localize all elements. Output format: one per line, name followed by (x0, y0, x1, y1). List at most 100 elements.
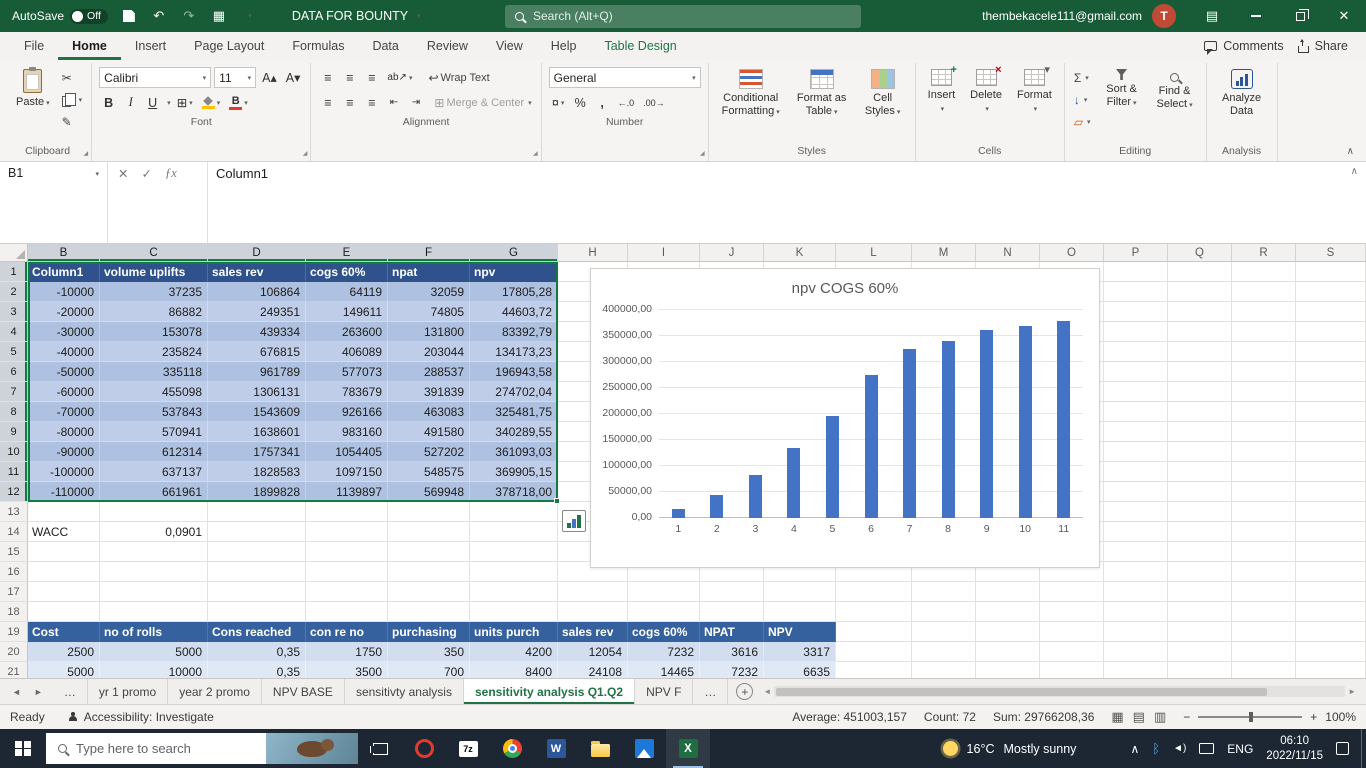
row-header[interactable]: 20 (0, 642, 28, 662)
cell[interactable]: 1054405 (306, 442, 388, 462)
row-header[interactable]: 12 (0, 482, 28, 502)
column-header[interactable]: N (976, 244, 1040, 262)
row-header[interactable]: 21 (0, 662, 28, 678)
cell[interactable]: 3500 (306, 662, 388, 678)
cell[interactable]: 86882 (100, 302, 208, 322)
cell[interactable] (1104, 362, 1168, 382)
cell[interactable]: 74805 (388, 302, 470, 322)
sheet-nav-right-icon[interactable]: ► (34, 687, 43, 697)
cell[interactable] (1104, 322, 1168, 342)
cell[interactable] (1232, 502, 1296, 522)
cell[interactable] (470, 542, 558, 562)
account-email[interactable]: thembekacele111@gmail.com (982, 9, 1142, 23)
cell[interactable] (1104, 662, 1168, 678)
row-header[interactable]: 17 (0, 582, 28, 602)
cell[interactable] (1296, 322, 1366, 342)
cell[interactable] (1232, 442, 1296, 462)
cell[interactable]: -60000 (28, 382, 100, 402)
cell[interactable]: -30000 (28, 322, 100, 342)
cell[interactable] (1296, 582, 1366, 602)
cell[interactable]: 491580 (388, 422, 470, 442)
zoom-out-icon[interactable]: − (1183, 710, 1190, 724)
cell[interactable] (1232, 642, 1296, 662)
chart-bar[interactable] (865, 375, 878, 518)
cell[interactable] (100, 562, 208, 582)
cell[interactable]: 131800 (388, 322, 470, 342)
cell[interactable] (470, 502, 558, 522)
cell[interactable]: 7232 (700, 662, 764, 678)
cell[interactable]: 527202 (388, 442, 470, 462)
sheet-tab[interactable]: sensitivity analysis Q1.Q2 (464, 679, 635, 704)
paste-button[interactable]: Paste▾ (11, 65, 55, 109)
cell[interactable] (1296, 562, 1366, 582)
cell[interactable] (976, 642, 1040, 662)
insert-cells-button[interactable]: + Insert▾ (923, 65, 961, 114)
show-desktop-button[interactable] (1361, 729, 1366, 768)
chart-bar[interactable] (1019, 326, 1032, 518)
chart-bar[interactable] (749, 475, 762, 518)
cell[interactable] (1040, 662, 1104, 678)
row-header[interactable]: 18 (0, 602, 28, 622)
tab-data[interactable]: Data (358, 32, 412, 60)
zoom-slider-thumb[interactable] (1249, 712, 1253, 722)
row-header[interactable]: 4 (0, 322, 28, 342)
cell[interactable]: -70000 (28, 402, 100, 422)
cell[interactable]: 1543609 (208, 402, 306, 422)
cell[interactable]: 325481,75 (470, 402, 558, 422)
cell[interactable] (1104, 342, 1168, 362)
orientation-button[interactable]: ab↗▾ (384, 67, 415, 88)
zoom-in-icon[interactable]: + (1310, 710, 1317, 724)
cell[interactable]: 64119 (306, 282, 388, 302)
cell[interactable]: 263600 (306, 322, 388, 342)
cell[interactable] (28, 582, 100, 602)
formula-input[interactable]: Column1 (208, 162, 1366, 243)
chart-bar[interactable] (710, 495, 723, 518)
cell[interactable]: 1757341 (208, 442, 306, 462)
increase-indent-button[interactable]: ⇥ (406, 92, 425, 113)
cell[interactable] (912, 622, 976, 642)
cell[interactable] (28, 562, 100, 582)
cell[interactable] (1296, 382, 1366, 402)
cell[interactable] (208, 562, 306, 582)
font-color-button[interactable]: B▾ (226, 92, 251, 113)
zoom-slider[interactable] (1198, 716, 1302, 718)
taskbar-icon-7zip[interactable]: 7z (446, 729, 490, 768)
minimize-button[interactable] (1234, 0, 1278, 32)
row-header[interactable]: 2 (0, 282, 28, 302)
cell[interactable] (1232, 522, 1296, 542)
cell[interactable] (1232, 402, 1296, 422)
column-header[interactable]: E (306, 244, 388, 262)
cell[interactable]: 612314 (100, 442, 208, 462)
cell[interactable] (912, 582, 976, 602)
quick-analysis-button[interactable] (562, 510, 586, 532)
cell[interactable] (1296, 342, 1366, 362)
table-header-cell[interactable]: Cost (28, 622, 100, 642)
cell[interactable]: 335118 (100, 362, 208, 382)
cell[interactable] (1040, 642, 1104, 662)
column-header[interactable]: P (1104, 244, 1168, 262)
save-button[interactable] (120, 4, 138, 28)
cell[interactable] (836, 582, 912, 602)
row-header[interactable]: 10 (0, 442, 28, 462)
cell[interactable] (100, 602, 208, 622)
cell[interactable] (836, 622, 912, 642)
cell[interactable] (1104, 402, 1168, 422)
table-header-cell[interactable]: volume uplifts (100, 262, 208, 282)
cell[interactable] (388, 562, 470, 582)
page-layout-view-icon[interactable]: ▤ (1133, 709, 1145, 725)
format-painter-button[interactable]: ✎ (60, 112, 85, 132)
table-header-cell[interactable]: purchasing (388, 622, 470, 642)
scroll-left-icon[interactable]: ◄ (763, 687, 771, 696)
cell[interactable] (470, 602, 558, 622)
chart[interactable]: npv COGS 60% 400000,00350000,00300000,00… (590, 268, 1100, 568)
cell[interactable]: 0,35 (208, 642, 306, 662)
find-select-button[interactable]: Find & Select▾ (1151, 65, 1199, 110)
cell[interactable] (1296, 642, 1366, 662)
document-title[interactable]: DATA FOR BOUNTY ▾ (292, 9, 421, 23)
row-header[interactable]: 15 (0, 542, 28, 562)
fill-button[interactable]: ↓▾ (1072, 90, 1093, 110)
confirm-entry-icon[interactable]: ✓ (141, 166, 151, 181)
cell[interactable] (1104, 522, 1168, 542)
sort-filter-button[interactable]: Sort & Filter▾ (1098, 65, 1146, 108)
column-header[interactable]: K (764, 244, 836, 262)
